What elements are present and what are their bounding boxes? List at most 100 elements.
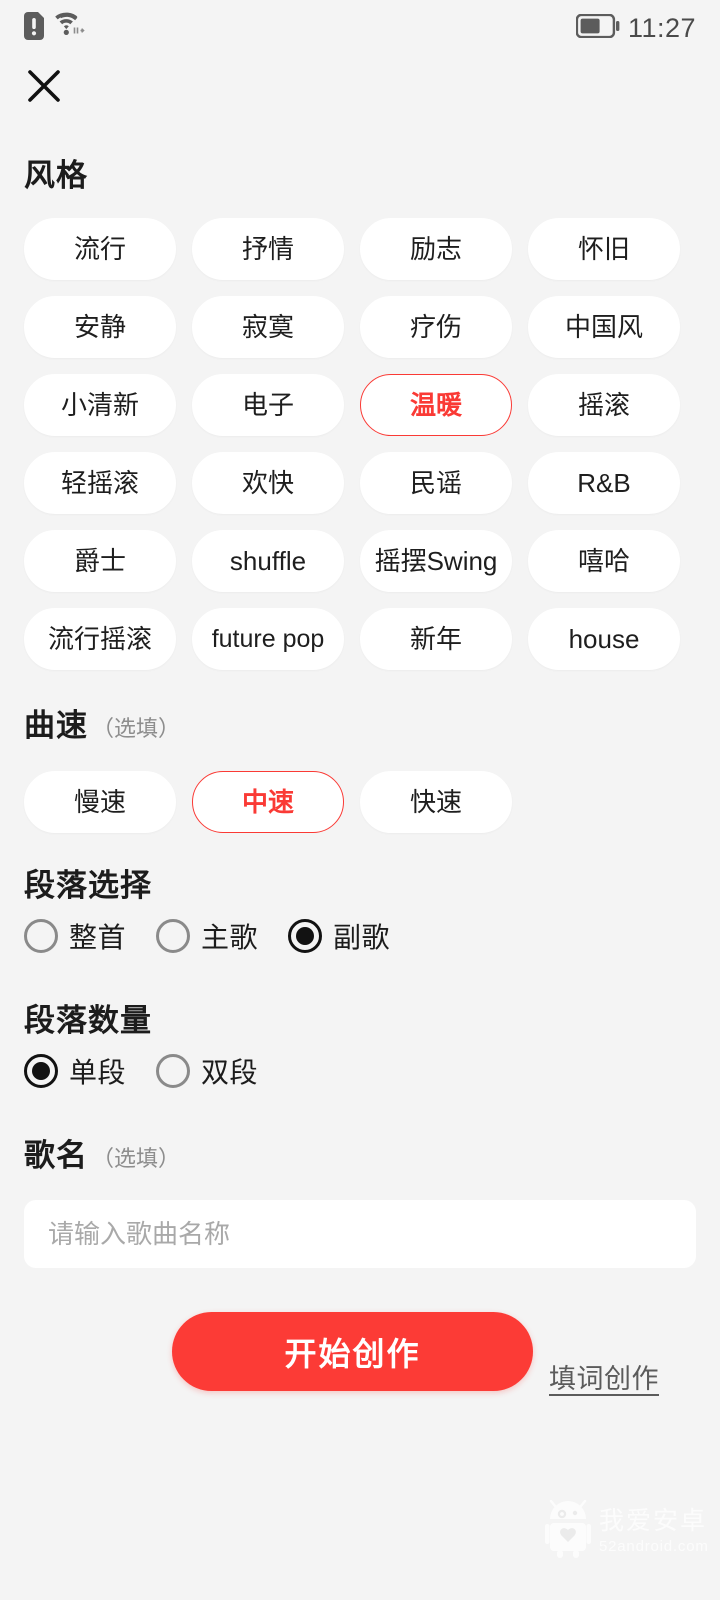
style-chip-6[interactable]: 疗伤: [360, 296, 512, 358]
close-button[interactable]: [20, 64, 68, 112]
style-chip-label: 民谣: [409, 468, 462, 498]
paragraph-choice-radio-group: 整首 主歌 副歌: [24, 916, 390, 956]
android-robot-icon: [545, 1499, 591, 1563]
style-chip-10[interactable]: 温暖: [360, 374, 512, 436]
app-screen: 11:27 风格 流行 抒情 励志 怀旧安静 寂寞 疗伤 中国风小清新 电子 温暖 摇滚轻摇滚 欢快…: [0, 0, 720, 1600]
tempo-chip-label: 中速: [241, 787, 294, 817]
style-chip-label: 寂寞: [241, 312, 294, 342]
status-bar-right: 11:27: [575, 12, 696, 44]
style-chip-label: 爵士: [73, 546, 126, 576]
style-chip-17[interactable]: shuffle: [192, 530, 344, 592]
style-chip-0[interactable]: 流行: [24, 218, 176, 280]
style-chip-label: 欢快: [241, 468, 294, 498]
style-chip-16[interactable]: 爵士: [24, 530, 176, 592]
radio-unchecked-icon: [156, 919, 191, 953]
style-chip-3[interactable]: 怀旧: [528, 218, 680, 280]
status-bar-left-icons: [24, 11, 87, 45]
tempo-chip-1[interactable]: 中速: [192, 771, 344, 833]
style-chip-label: 轻摇滚: [60, 468, 139, 498]
status-bar: 11:27: [0, 0, 720, 56]
style-chip-label: future pop: [211, 624, 325, 653]
style-chip-label: 怀旧: [577, 234, 630, 264]
radio-unchecked-icon: [156, 1054, 191, 1088]
style-chip-22[interactable]: 新年: [360, 608, 512, 670]
watermark-url: 52android.com: [599, 1538, 709, 1555]
paragraph-choice-option-label: 整首: [69, 922, 127, 953]
watermark-text: 我爱安卓 52android.com: [599, 1507, 709, 1555]
paragraph-choice-option-0[interactable]: 整首: [24, 916, 126, 956]
style-chip-21[interactable]: future pop: [192, 608, 344, 670]
lyric-create-link[interactable]: 填词创作: [549, 1357, 659, 1396]
style-chip-14[interactable]: 民谣: [360, 452, 512, 514]
radio-unchecked-icon: [24, 919, 58, 953]
style-chip-label: house: [568, 624, 640, 654]
style-chip-19[interactable]: 嘻哈: [528, 530, 680, 592]
style-chip-2[interactable]: 励志: [360, 218, 512, 280]
style-chip-label: 中国风: [564, 312, 643, 342]
status-bar-clock: 11:27: [627, 12, 696, 43]
style-chip-20[interactable]: 流行摇滚: [24, 608, 176, 670]
watermark-title: 我爱安卓: [599, 1507, 708, 1535]
section-title-paragraph-count: 段落数量: [24, 1003, 152, 1038]
paragraph-count-option-0[interactable]: 单段: [24, 1051, 126, 1091]
tempo-chip-0[interactable]: 慢速: [24, 771, 176, 833]
section-header-style: 风格: [24, 150, 92, 195]
style-chip-12[interactable]: 轻摇滚: [24, 452, 176, 514]
close-icon: [27, 69, 61, 108]
style-chip-8[interactable]: 小清新: [24, 374, 176, 436]
song-name-input[interactable]: [24, 1200, 696, 1268]
paragraph-choice-option-1[interactable]: 主歌: [156, 916, 258, 956]
section-title-song-name: 歌名: [24, 1138, 88, 1173]
section-header-song-name: 歌名 （选填）: [24, 1130, 180, 1175]
style-chip-grid: 流行 抒情 励志 怀旧安静 寂寞 疗伤 中国风小清新 电子 温暖 摇滚轻摇滚 欢快 民谣 R&B 爵士 sh…: [24, 218, 696, 670]
section-title-paragraph-choice: 段落选择: [24, 868, 152, 903]
sim-card-alert-icon: [24, 11, 44, 45]
paragraph-count-option-label: 单段: [69, 1057, 127, 1088]
style-chip-label: 新年: [409, 624, 462, 654]
style-chip-label: 安静: [73, 312, 126, 342]
section-optional-song-name: （选填）: [92, 1146, 181, 1171]
style-chip-15[interactable]: R&B: [528, 452, 680, 514]
tempo-chip-2[interactable]: 快速: [360, 771, 512, 833]
section-title-style: 风格: [24, 158, 88, 193]
paragraph-choice-option-label: 副歌: [333, 922, 391, 953]
section-header-paragraph-choice: 段落选择: [24, 860, 152, 905]
style-chip-1[interactable]: 抒情: [192, 218, 344, 280]
style-chip-label: shuffle: [229, 546, 307, 576]
style-chip-23[interactable]: house: [528, 608, 680, 670]
style-chip-label: 摇摆Swing: [374, 546, 498, 576]
style-chip-13[interactable]: 欢快: [192, 452, 344, 514]
style-chip-9[interactable]: 电子: [192, 374, 344, 436]
section-header-tempo: 曲速 （选填）: [24, 700, 180, 745]
section-title-tempo: 曲速: [24, 708, 88, 743]
style-chip-label: 电子: [241, 390, 294, 420]
radio-checked-icon: [24, 1054, 58, 1088]
wifi-icon: [53, 12, 87, 45]
style-chip-label: 小清新: [60, 390, 139, 420]
style-chip-4[interactable]: 安静: [24, 296, 176, 358]
tempo-chip-label: 慢速: [73, 787, 126, 817]
style-chip-label: 疗伤: [409, 312, 462, 342]
start-create-button[interactable]: 开始创作: [172, 1312, 533, 1391]
style-chip-label: 嘻哈: [577, 546, 630, 576]
radio-checked-icon: [288, 919, 323, 953]
style-chip-label: 励志: [409, 234, 462, 264]
style-chip-label: 摇滚: [577, 390, 630, 420]
battery-icon: [575, 13, 620, 43]
paragraph-count-radio-group: 单段 双段: [24, 1051, 258, 1091]
style-chip-5[interactable]: 寂寞: [192, 296, 344, 358]
style-chip-label: 流行: [73, 234, 126, 264]
tempo-chip-label: 快速: [409, 787, 462, 817]
paragraph-count-option-label: 双段: [201, 1057, 259, 1088]
style-chip-18[interactable]: 摇摆Swing: [360, 530, 512, 592]
watermark: 我爱安卓 52android.com: [545, 1499, 709, 1563]
style-chip-label: 抒情: [241, 234, 294, 264]
paragraph-count-option-1[interactable]: 双段: [156, 1051, 258, 1091]
style-chip-7[interactable]: 中国风: [528, 296, 680, 358]
paragraph-choice-option-label: 主歌: [201, 922, 259, 953]
style-chip-label: 温暖: [409, 390, 462, 420]
style-chip-11[interactable]: 摇滚: [528, 374, 680, 436]
style-chip-label: R&B: [577, 468, 631, 498]
tempo-chip-grid: 慢速 中速 快速: [24, 771, 696, 833]
paragraph-choice-option-2[interactable]: 副歌: [288, 916, 390, 956]
